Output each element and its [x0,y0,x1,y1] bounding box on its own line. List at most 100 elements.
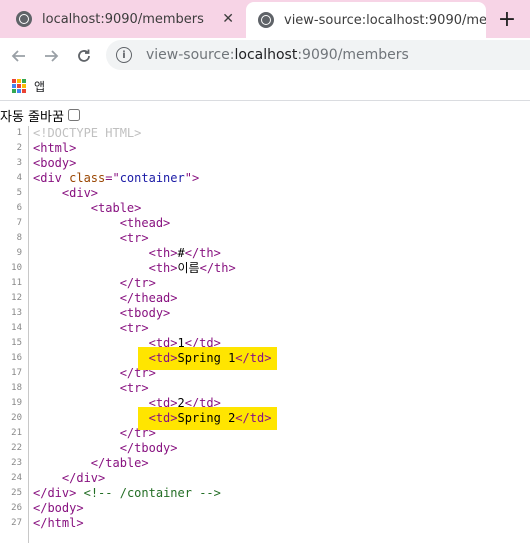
bookmarks-bar: 앱 [0,72,530,101]
code-token: </thead> [119,291,178,305]
line-number: 3 [16,158,22,168]
code-token: </tr> [119,366,156,380]
line-wrap-checkbox[interactable] [67,109,80,121]
line-number: 27 [11,518,22,528]
tab-members-page[interactable]: localhost:9090/members ✕ [0,0,244,38]
code-token: <tr> [119,321,149,335]
line-number: 26 [11,503,22,513]
line-code: </tr> [33,276,156,291]
code-token: </body> [33,501,84,515]
line-code: <tr> [33,231,149,246]
code-token: <!-- /container --> [83,486,221,500]
url-host: localhost [234,47,298,63]
code-token: <th> [148,246,178,260]
close-tab-icon[interactable]: ✕ [222,11,234,27]
line-code: <thead> [33,216,171,231]
code-token: =" [105,171,120,185]
line-code: <html> [33,141,76,156]
code-token: <td> [148,351,178,365]
line-code: <div> [33,186,98,201]
code-token: <td> [148,411,178,425]
line-number: 16 [11,353,22,363]
line-number: 6 [16,203,22,213]
reload-icon [78,49,90,62]
line-code: </table> [33,456,149,471]
reload-button[interactable] [72,44,96,68]
code-token: <div [33,171,70,185]
line-code: </thead> [33,291,178,306]
line-code: <table> [33,201,142,216]
code-token: </th> [199,261,236,275]
code-token: </th> [184,246,221,260]
line-number: 17 [11,368,22,378]
arrow-right-icon [45,50,59,62]
line-code: </tr> [33,426,156,441]
info-icon[interactable]: i [116,47,132,63]
line-code: </div> [33,471,105,486]
line-number: 22 [11,443,22,453]
code-token: <th> [148,261,178,275]
line-code: <tr> [33,381,149,396]
line-wrap-label: 자동 줄바꿈 [0,109,64,125]
apps-grid-icon[interactable] [12,79,26,93]
code-token: <tr> [119,231,149,245]
code-token: container [119,171,185,185]
code-token: <html> [33,141,77,155]
line-code: </html> [33,516,84,531]
code-token: 이름 [177,261,200,275]
code-token: </tr> [119,276,156,290]
line-code: <!DOCTYPE HTML> [33,126,141,141]
globe-icon [16,11,32,27]
code-token: <div> [61,186,99,200]
code-token: </td> [235,351,272,365]
url-scheme: view-source: [146,47,235,63]
code-token: </html> [33,516,84,530]
line-number: 15 [11,338,22,348]
tab-title: view-source:localhost:9090/members [284,12,486,28]
line-code: <th>#</th> [33,246,221,261]
line-code: <tr> [33,321,149,336]
code-token: <!DOCTYPE HTML> [33,126,142,140]
address-bar[interactable]: i view-source: localhost:9090/members [106,40,530,70]
line-code: </div> <!-- /container --> [33,486,221,501]
line-code: </tbody> [33,441,178,456]
line-code: <body> [33,156,76,171]
line-number: 10 [11,263,22,273]
line-number: 4 [16,173,22,183]
arrow-left-icon [11,50,25,62]
line-code: <tbody> [33,306,171,321]
back-button[interactable] [7,44,31,68]
code-token: class [69,171,106,185]
code-token: Spring 2 [177,411,236,425]
line-code: </tr> [33,366,156,381]
code-token: </div> [61,471,106,485]
toolbar: i view-source: localhost:9090/members [0,38,530,72]
line-number: 20 [11,413,22,423]
line-code: <td>Spring 1</td> [33,351,272,366]
line-code: <td>Spring 2</td> [33,411,272,426]
new-tab-button[interactable]: + [494,6,520,32]
tab-view-source[interactable]: view-source:localhost:9090/members [246,2,486,38]
apps-label[interactable]: 앱 [34,78,45,95]
line-number: 12 [11,293,22,303]
forward-button[interactable] [39,44,63,68]
line-number: 5 [16,188,22,198]
line-wrap-control: 자동 줄바꿈 [0,106,80,125]
